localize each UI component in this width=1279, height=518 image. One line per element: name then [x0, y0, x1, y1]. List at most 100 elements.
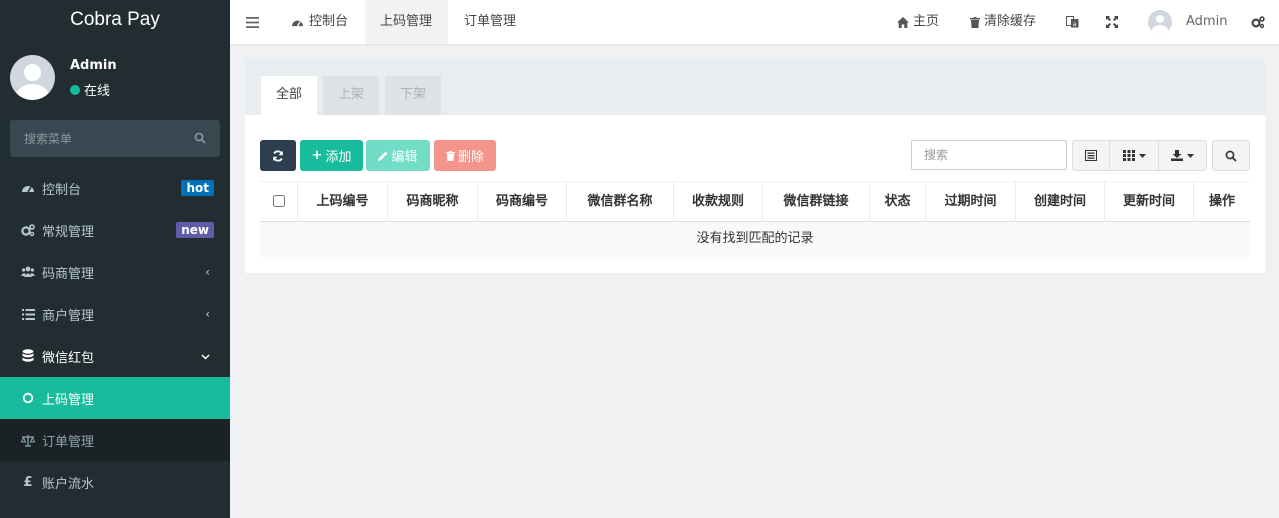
advanced-search-button[interactable]	[1212, 140, 1250, 171]
sidebar-item-account-flow[interactable]: £ 账户流水	[0, 461, 230, 503]
clear-cache-link[interactable]: 清除缓存	[970, 0, 1036, 44]
tab-listed[interactable]: 上架	[323, 76, 379, 115]
clear-cache-label: 清除缓存	[984, 14, 1037, 29]
status-tabs: 全部 上架 下架	[245, 59, 1265, 115]
toggle-view-button[interactable]	[1072, 140, 1110, 171]
caret-down-icon	[1138, 153, 1146, 158]
sidebar-item-label: 上码管理	[42, 392, 95, 408]
user-menu[interactable]: Admin	[1148, 0, 1227, 44]
table-header: 上码编号 码商昵称 码商编号 微信群名称 收款规则 微信群链接 状态 过期时间 …	[260, 181, 1250, 223]
column-header[interactable]: 操作	[1193, 182, 1250, 223]
sidebar-item-label: 订单管理	[42, 434, 95, 450]
select-all-checkbox[interactable]	[272, 195, 285, 207]
user-panel: Admin 在线	[0, 42, 230, 112]
hot-badge: hot	[181, 180, 214, 196]
sidebar-item-merchant[interactable]: 商户管理 ‹	[0, 293, 230, 335]
avatar	[10, 55, 55, 100]
select-all-cell	[260, 182, 297, 223]
delete-label: 删除	[457, 150, 484, 165]
pencil-icon	[378, 151, 388, 161]
column-header[interactable]: 微信群链接	[762, 182, 869, 223]
data-table: 上码编号 码商昵称 码商编号 微信群名称 收款规则 微信群链接 状态 过期时间 …	[260, 181, 1250, 257]
pound-icon: £	[23, 474, 33, 490]
sidebar-item-label: 商户管理	[42, 308, 95, 324]
plus-icon: +	[311, 148, 323, 163]
sidebar-item-orders[interactable]: 订单管理	[0, 419, 230, 461]
tab-all[interactable]: 全部	[261, 76, 317, 115]
chevron-left-icon: ‹	[205, 265, 210, 279]
th-grid-icon	[1122, 150, 1135, 161]
sidebar-item-label: 微信红包	[42, 350, 95, 366]
add-label: 添加	[325, 150, 352, 165]
list-icon	[21, 307, 35, 321]
table-search	[911, 140, 1067, 170]
columns-button[interactable]	[1109, 140, 1159, 171]
caret-down-icon	[1187, 153, 1194, 158]
sidebar-item-label: 控制台	[42, 182, 82, 198]
admin-label: Admin	[1186, 14, 1228, 29]
column-header[interactable]: 码商编号	[477, 182, 566, 223]
column-header[interactable]: 过期时间	[925, 182, 1015, 223]
menu-toggle-icon[interactable]	[246, 0, 260, 44]
sidebar-item-general[interactable]: 常规管理 new	[0, 209, 230, 251]
sidebar-search	[10, 120, 220, 157]
home-link[interactable]: 主页	[897, 0, 939, 44]
sidebar-item-upload-code[interactable]: 上码管理	[0, 377, 230, 419]
fullscreen-icon[interactable]	[1106, 0, 1118, 44]
content-panel: 全部 上架 下架 + 添加 编辑 删除 搜索 上码编号 码商昵称 码商编号 微信…	[245, 59, 1265, 273]
sidebar-item-label: 码商管理	[42, 266, 95, 282]
sidebar-search-input[interactable]	[10, 120, 185, 157]
tab-label: 上码管理	[380, 14, 433, 29]
sidebar-item-label: 账户流水	[42, 476, 95, 492]
tab-label: 订单管理	[464, 14, 517, 29]
search-icon[interactable]	[194, 132, 206, 148]
list-view-icon	[1085, 150, 1097, 161]
avatar	[1148, 10, 1172, 34]
add-button[interactable]: + 添加	[300, 140, 363, 171]
edit-button[interactable]: 编辑	[366, 140, 430, 171]
dashboard-icon	[291, 17, 304, 28]
sidebar-item-label: 常规管理	[42, 224, 95, 240]
tab-dashboard[interactable]: 控制台	[277, 0, 365, 44]
database-icon	[21, 349, 35, 363]
edit-label: 编辑	[391, 150, 418, 165]
dashboard-icon	[21, 181, 35, 195]
table-search-input[interactable]	[912, 141, 1066, 169]
empty-message: 没有找到匹配的记录	[260, 222, 1250, 257]
sidebar: Cobra Pay Admin 在线 控制台 hot 常规管理 new 码商管理	[0, 0, 230, 518]
tab-label: 控制台	[309, 14, 349, 29]
circle-icon	[21, 391, 35, 405]
home-label: 主页	[913, 14, 940, 29]
home-icon	[897, 16, 909, 28]
export-button[interactable]	[1158, 140, 1207, 171]
user-status: 在线	[70, 80, 110, 99]
tab-unlisted[interactable]: 下架	[385, 76, 441, 115]
column-header[interactable]: 上码编号	[297, 182, 387, 223]
online-dot-icon	[70, 84, 80, 95]
refresh-button[interactable]	[260, 140, 296, 171]
user-status-label: 在线	[84, 84, 111, 99]
top-navbar: 控制台 上码管理 订单管理 主页 清除缓存 a Admin	[230, 0, 1279, 44]
download-icon	[1171, 150, 1183, 161]
tab-orders[interactable]: 订单管理	[448, 0, 531, 44]
sidebar-item-merchant-code[interactable]: 码商管理 ‹	[0, 251, 230, 293]
column-header[interactable]: 创建时间	[1015, 182, 1104, 223]
column-header[interactable]: 收款规则	[673, 182, 762, 223]
tab-upload-code[interactable]: 上码管理	[365, 0, 448, 44]
chevron-left-icon: ‹	[205, 307, 210, 321]
column-header[interactable]: 状态	[869, 182, 925, 223]
sidebar-item-wechat-redpacket[interactable]: 微信红包	[0, 335, 230, 377]
translate-icon[interactable]: a	[1066, 0, 1079, 44]
trash-icon	[445, 150, 455, 161]
users-icon	[21, 265, 35, 279]
column-header[interactable]: 更新时间	[1104, 182, 1193, 223]
trash-icon	[970, 16, 980, 28]
app-logo[interactable]: Cobra Pay	[0, 0, 230, 42]
sidebar-item-dashboard[interactable]: 控制台 hot	[0, 167, 230, 209]
delete-button[interactable]: 删除	[434, 140, 496, 171]
cogs-icon	[21, 223, 35, 237]
search-icon	[1225, 150, 1237, 162]
column-header[interactable]: 微信群名称	[566, 182, 673, 223]
column-header[interactable]: 码商昵称	[387, 182, 477, 223]
settings-cogs-icon[interactable]	[1251, 0, 1265, 44]
